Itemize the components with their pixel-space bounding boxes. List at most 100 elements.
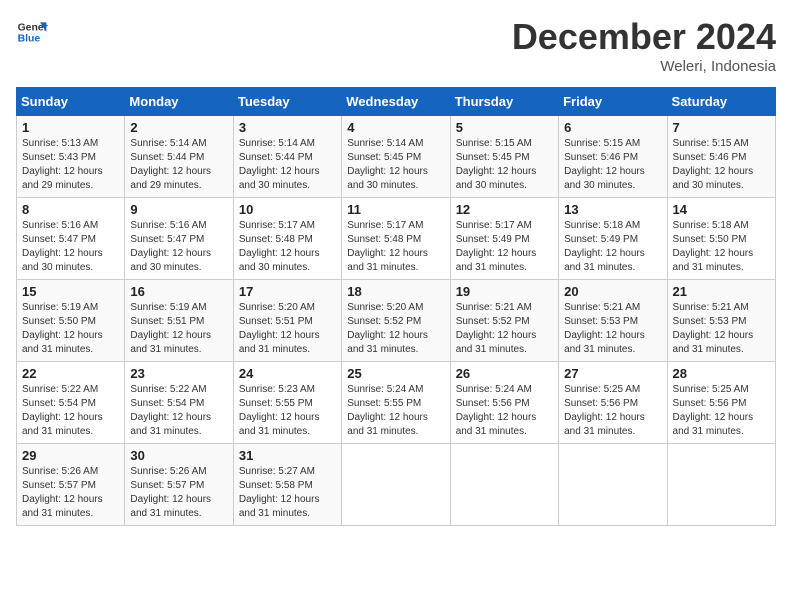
page-header: General Blue December 2024 Weleri, Indon… [16, 16, 776, 75]
day-number: 1 [22, 120, 119, 135]
day-number: 12 [456, 202, 553, 217]
calendar-cell: 20 Sunrise: 5:21 AM Sunset: 5:53 PM Dayl… [559, 280, 667, 362]
calendar-cell [559, 444, 667, 526]
day-number: 18 [347, 284, 444, 299]
day-number: 8 [22, 202, 119, 217]
header-sunday: Sunday [17, 88, 125, 116]
day-info: Sunrise: 5:15 AM Sunset: 5:46 PM Dayligh… [673, 137, 770, 193]
calendar-cell: 7 Sunrise: 5:15 AM Sunset: 5:46 PM Dayli… [667, 116, 775, 198]
day-number: 4 [347, 120, 444, 135]
day-number: 30 [130, 448, 227, 463]
day-info: Sunrise: 5:15 AM Sunset: 5:46 PM Dayligh… [564, 137, 661, 193]
day-number: 7 [673, 120, 770, 135]
calendar-week-4: 22 Sunrise: 5:22 AM Sunset: 5:54 PM Dayl… [17, 362, 776, 444]
day-number: 13 [564, 202, 661, 217]
calendar-cell: 12 Sunrise: 5:17 AM Sunset: 5:49 PM Dayl… [450, 198, 558, 280]
calendar-cell: 23 Sunrise: 5:22 AM Sunset: 5:54 PM Dayl… [125, 362, 233, 444]
calendar-cell: 24 Sunrise: 5:23 AM Sunset: 5:55 PM Dayl… [233, 362, 341, 444]
day-number: 3 [239, 120, 336, 135]
day-info: Sunrise: 5:19 AM Sunset: 5:51 PM Dayligh… [130, 301, 227, 357]
calendar-cell: 27 Sunrise: 5:25 AM Sunset: 5:56 PM Dayl… [559, 362, 667, 444]
day-info: Sunrise: 5:22 AM Sunset: 5:54 PM Dayligh… [130, 383, 227, 439]
day-info: Sunrise: 5:22 AM Sunset: 5:54 PM Dayligh… [22, 383, 119, 439]
header-tuesday: Tuesday [233, 88, 341, 116]
day-info: Sunrise: 5:20 AM Sunset: 5:52 PM Dayligh… [347, 301, 444, 357]
day-info: Sunrise: 5:21 AM Sunset: 5:52 PM Dayligh… [456, 301, 553, 357]
day-number: 10 [239, 202, 336, 217]
calendar-week-2: 8 Sunrise: 5:16 AM Sunset: 5:47 PM Dayli… [17, 198, 776, 280]
calendar-week-5: 29 Sunrise: 5:26 AM Sunset: 5:57 PM Dayl… [17, 444, 776, 526]
calendar-cell [342, 444, 450, 526]
calendar-cell: 31 Sunrise: 5:27 AM Sunset: 5:58 PM Dayl… [233, 444, 341, 526]
day-info: Sunrise: 5:21 AM Sunset: 5:53 PM Dayligh… [564, 301, 661, 357]
calendar-cell: 14 Sunrise: 5:18 AM Sunset: 5:50 PM Dayl… [667, 198, 775, 280]
calendar-cell: 13 Sunrise: 5:18 AM Sunset: 5:49 PM Dayl… [559, 198, 667, 280]
day-number: 17 [239, 284, 336, 299]
logo-icon: General Blue [16, 16, 48, 48]
calendar-cell: 4 Sunrise: 5:14 AM Sunset: 5:45 PM Dayli… [342, 116, 450, 198]
calendar-cell: 15 Sunrise: 5:19 AM Sunset: 5:50 PM Dayl… [17, 280, 125, 362]
calendar-cell: 18 Sunrise: 5:20 AM Sunset: 5:52 PM Dayl… [342, 280, 450, 362]
day-number: 16 [130, 284, 227, 299]
day-number: 29 [22, 448, 119, 463]
calendar-cell: 2 Sunrise: 5:14 AM Sunset: 5:44 PM Dayli… [125, 116, 233, 198]
calendar-cell: 26 Sunrise: 5:24 AM Sunset: 5:56 PM Dayl… [450, 362, 558, 444]
day-number: 28 [673, 366, 770, 381]
day-info: Sunrise: 5:24 AM Sunset: 5:56 PM Dayligh… [456, 383, 553, 439]
day-info: Sunrise: 5:27 AM Sunset: 5:58 PM Dayligh… [239, 465, 336, 521]
day-info: Sunrise: 5:19 AM Sunset: 5:50 PM Dayligh… [22, 301, 119, 357]
calendar-cell: 6 Sunrise: 5:15 AM Sunset: 5:46 PM Dayli… [559, 116, 667, 198]
calendar-body: 1 Sunrise: 5:13 AM Sunset: 5:43 PM Dayli… [17, 116, 776, 526]
calendar-cell: 16 Sunrise: 5:19 AM Sunset: 5:51 PM Dayl… [125, 280, 233, 362]
day-number: 27 [564, 366, 661, 381]
day-info: Sunrise: 5:16 AM Sunset: 5:47 PM Dayligh… [22, 219, 119, 275]
calendar-cell: 11 Sunrise: 5:17 AM Sunset: 5:48 PM Dayl… [342, 198, 450, 280]
calendar-cell: 28 Sunrise: 5:25 AM Sunset: 5:56 PM Dayl… [667, 362, 775, 444]
day-info: Sunrise: 5:26 AM Sunset: 5:57 PM Dayligh… [130, 465, 227, 521]
calendar-title: December 2024 [512, 16, 776, 58]
day-info: Sunrise: 5:24 AM Sunset: 5:55 PM Dayligh… [347, 383, 444, 439]
day-number: 22 [22, 366, 119, 381]
day-info: Sunrise: 5:17 AM Sunset: 5:49 PM Dayligh… [456, 219, 553, 275]
day-info: Sunrise: 5:14 AM Sunset: 5:44 PM Dayligh… [239, 137, 336, 193]
day-number: 15 [22, 284, 119, 299]
day-info: Sunrise: 5:18 AM Sunset: 5:50 PM Dayligh… [673, 219, 770, 275]
calendar-cell: 17 Sunrise: 5:20 AM Sunset: 5:51 PM Dayl… [233, 280, 341, 362]
header-thursday: Thursday [450, 88, 558, 116]
calendar-subtitle: Weleri, Indonesia [512, 58, 776, 75]
day-number: 19 [456, 284, 553, 299]
calendar-cell [450, 444, 558, 526]
day-number: 14 [673, 202, 770, 217]
header-wednesday: Wednesday [342, 88, 450, 116]
day-number: 23 [130, 366, 227, 381]
svg-text:Blue: Blue [18, 34, 41, 45]
calendar-cell: 5 Sunrise: 5:15 AM Sunset: 5:45 PM Dayli… [450, 116, 558, 198]
day-info: Sunrise: 5:14 AM Sunset: 5:44 PM Dayligh… [130, 137, 227, 193]
calendar-cell: 8 Sunrise: 5:16 AM Sunset: 5:47 PM Dayli… [17, 198, 125, 280]
calendar-week-3: 15 Sunrise: 5:19 AM Sunset: 5:50 PM Dayl… [17, 280, 776, 362]
day-number: 25 [347, 366, 444, 381]
header-friday: Friday [559, 88, 667, 116]
day-number: 2 [130, 120, 227, 135]
day-info: Sunrise: 5:25 AM Sunset: 5:56 PM Dayligh… [564, 383, 661, 439]
day-number: 20 [564, 284, 661, 299]
calendar-cell: 22 Sunrise: 5:22 AM Sunset: 5:54 PM Dayl… [17, 362, 125, 444]
day-number: 5 [456, 120, 553, 135]
day-info: Sunrise: 5:13 AM Sunset: 5:43 PM Dayligh… [22, 137, 119, 193]
calendar-cell: 3 Sunrise: 5:14 AM Sunset: 5:44 PM Dayli… [233, 116, 341, 198]
day-info: Sunrise: 5:21 AM Sunset: 5:53 PM Dayligh… [673, 301, 770, 357]
day-info: Sunrise: 5:17 AM Sunset: 5:48 PM Dayligh… [347, 219, 444, 275]
logo: General Blue [16, 16, 48, 48]
calendar-cell: 29 Sunrise: 5:26 AM Sunset: 5:57 PM Dayl… [17, 444, 125, 526]
day-info: Sunrise: 5:17 AM Sunset: 5:48 PM Dayligh… [239, 219, 336, 275]
header-row: Sunday Monday Tuesday Wednesday Thursday… [17, 88, 776, 116]
calendar-week-1: 1 Sunrise: 5:13 AM Sunset: 5:43 PM Dayli… [17, 116, 776, 198]
day-info: Sunrise: 5:20 AM Sunset: 5:51 PM Dayligh… [239, 301, 336, 357]
calendar-cell [667, 444, 775, 526]
header-monday: Monday [125, 88, 233, 116]
day-number: 21 [673, 284, 770, 299]
header-saturday: Saturday [667, 88, 775, 116]
day-number: 6 [564, 120, 661, 135]
title-area: December 2024 Weleri, Indonesia [512, 16, 776, 75]
calendar-cell: 21 Sunrise: 5:21 AM Sunset: 5:53 PM Dayl… [667, 280, 775, 362]
